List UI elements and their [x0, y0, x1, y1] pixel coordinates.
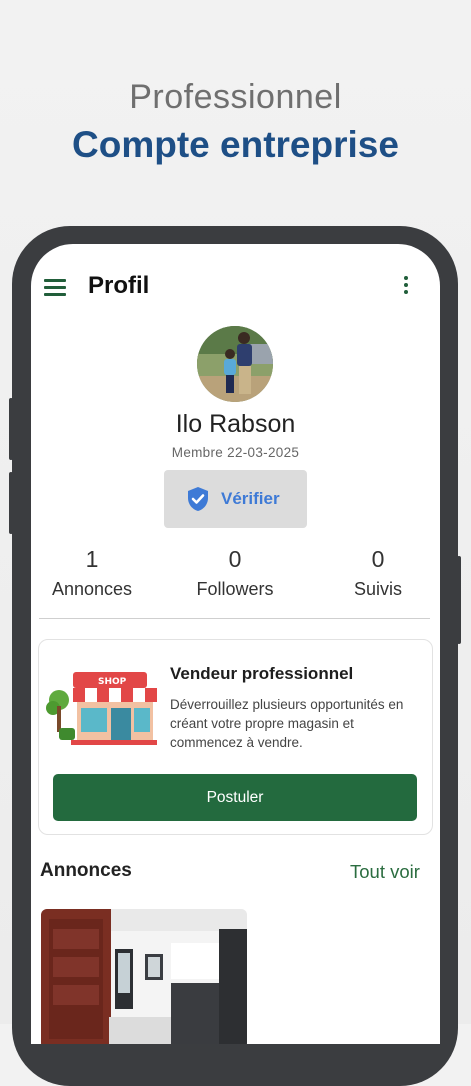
- shield-check-icon: [188, 487, 208, 511]
- card-description: Déverrouillez plusieurs opportunités en …: [170, 697, 404, 750]
- hero-subtitle: Professionnel: [129, 78, 342, 116]
- stat-annonces[interactable]: 1 Annonces: [31, 546, 157, 600]
- stat-value: 0: [371, 546, 385, 572]
- stat-suivis[interactable]: 0 Suivis: [313, 546, 440, 600]
- avatar[interactable]: [197, 326, 273, 402]
- stat-value: 1: [85, 546, 99, 572]
- phone-side-button: [9, 398, 13, 460]
- phone-power-button: [457, 556, 461, 644]
- app-screen: Profil Ilo Rabson Membre 22-03-2025 Véri…: [31, 244, 440, 1044]
- pro-seller-card: SHOP Vendeur professionnel Déverrouillez…: [38, 639, 433, 835]
- stat-label: Suivis: [353, 579, 402, 599]
- member-since: Membre 22-03-2025: [171, 445, 300, 460]
- shop-illustration: SHOP: [46, 672, 157, 745]
- stat-followers[interactable]: 0 Followers: [170, 546, 300, 600]
- see-all-link[interactable]: Tout voir: [350, 861, 420, 883]
- stat-label: Annonces: [51, 579, 133, 599]
- phone-side-button: [9, 472, 13, 534]
- app-bar: Profil: [31, 268, 440, 304]
- stat-value: 0: [228, 546, 242, 572]
- user-name: Ilo Rabson: [175, 410, 296, 438]
- hero-title: Compte entreprise: [72, 124, 399, 165]
- svg-text:SHOP: SHOP: [98, 677, 127, 687]
- verify-button-label: Vérifier: [221, 489, 280, 508]
- verify-button[interactable]: Vérifier: [164, 470, 307, 528]
- card-title: Vendeur professionnel: [170, 664, 354, 683]
- page-title: Profil: [88, 272, 150, 299]
- divider: [39, 618, 430, 619]
- hamburger-menu-icon[interactable]: [44, 279, 66, 296]
- stat-label: Followers: [196, 579, 274, 599]
- postuler-button[interactable]: Postuler: [53, 774, 417, 821]
- more-vertical-icon[interactable]: [401, 276, 411, 298]
- section-title-annonces: Annonces: [40, 860, 132, 881]
